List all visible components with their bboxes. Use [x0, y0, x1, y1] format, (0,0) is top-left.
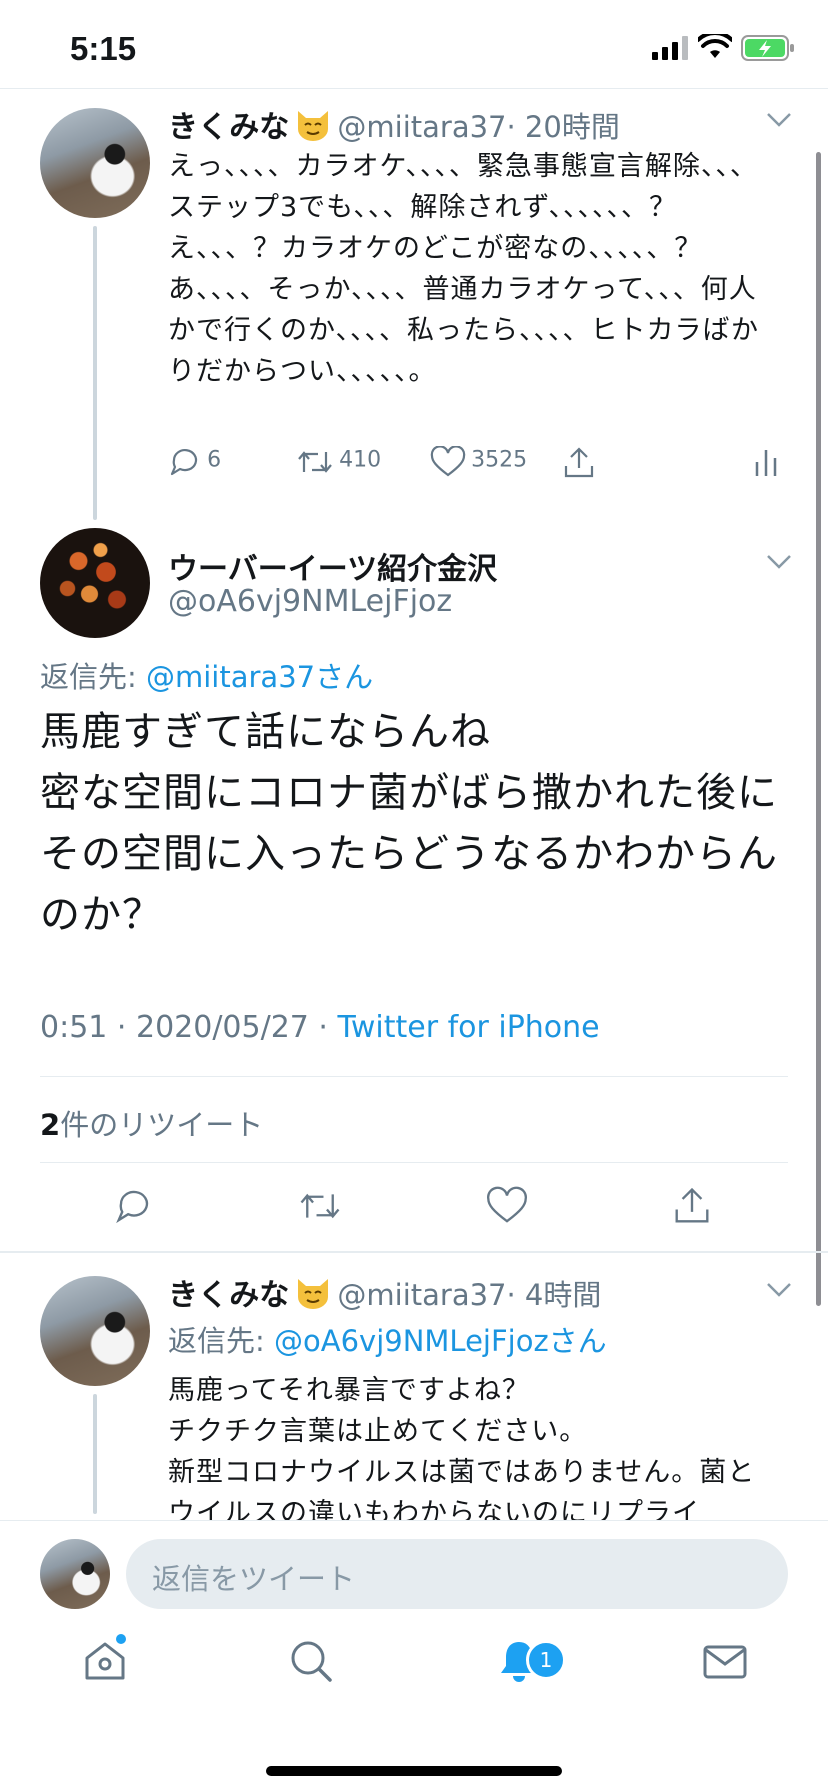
- reply-context-label: 返信先:: [168, 1324, 274, 1358]
- retweet-icon: [300, 1193, 340, 1219]
- chevron-down-icon[interactable]: [766, 554, 792, 574]
- signal-icon: [652, 36, 688, 64]
- cat-emoji-icon: [294, 107, 332, 145]
- thread-line: [93, 1394, 97, 1514]
- home-icon: [85, 1642, 125, 1680]
- reply-input-placeholder: 返信をツイート: [152, 1562, 356, 1596]
- reply-icon: [170, 449, 198, 476]
- reply-count: 6: [207, 447, 222, 473]
- notification-badge: 1: [526, 1640, 566, 1680]
- notification-badge-count: 1: [539, 1648, 553, 1672]
- home-indicator: [266, 1766, 562, 1776]
- thread-line: [93, 226, 97, 520]
- source-link[interactable]: Twitter for iPhone: [338, 1010, 600, 1045]
- tab-home[interactable]: [82, 1638, 128, 1688]
- share-icon: [564, 447, 594, 478]
- tweet-time: · 4時間: [506, 1278, 602, 1312]
- reply-button[interactable]: 6: [168, 446, 221, 478]
- reply-button[interactable]: [114, 1186, 154, 1230]
- handle[interactable]: @miitara37: [337, 110, 506, 144]
- divider: [40, 1076, 788, 1077]
- reply-composer: 返信をツイート: [0, 1520, 828, 1613]
- tweet-text: 馬鹿ってそれ暴言ですよね？ チクチク言葉は止めてください。 新型コロナウイルスは…: [168, 1375, 756, 1529]
- cat-emoji-icon: [294, 1275, 332, 1313]
- focused-tweet-actions: [0, 1186, 828, 1230]
- share-button[interactable]: [562, 446, 596, 484]
- analytics-button[interactable]: [754, 448, 778, 482]
- tweet-timestamp: 0:51 · 2020/05/27 · Twitter for iPhone: [40, 1010, 600, 1045]
- like-button[interactable]: 3525: [430, 445, 528, 478]
- reply-input[interactable]: 返信をツイート: [126, 1539, 788, 1609]
- reply-context: 返信先: @miitara37さん: [40, 654, 373, 696]
- tweet-header: きくみな @miitara37· 4時間: [168, 1270, 768, 1313]
- reply-to-link[interactable]: @oA6vj9NMLejFjozさん: [274, 1324, 607, 1358]
- reply-context-label: 返信先:: [40, 660, 146, 694]
- avatar[interactable]: [40, 108, 150, 218]
- tweet-time: · 20時間: [506, 110, 620, 144]
- like-button[interactable]: [486, 1186, 528, 1230]
- display-name[interactable]: きくみな: [168, 110, 289, 145]
- handle[interactable]: @oA6vj9NMLejFjoz: [168, 584, 452, 619]
- wifi-icon: [696, 30, 734, 64]
- tab-messages[interactable]: [702, 1642, 748, 1686]
- avatar[interactable]: [40, 1276, 150, 1386]
- avatar: [40, 1539, 110, 1609]
- retweet-icon: [298, 451, 332, 473]
- reply-to-link[interactable]: @miitara37さん: [146, 660, 373, 694]
- share-icon: [675, 1187, 709, 1223]
- home-dot: [116, 1634, 126, 1644]
- reply-icon: [116, 1190, 149, 1224]
- display-name[interactable]: ウーバーイーツ紹介金沢: [168, 544, 497, 588]
- tab-search[interactable]: [288, 1638, 334, 1688]
- tweet-text: 馬鹿すぎて話にならんね 密な空間にコロナ菌がばら撒かれた後にその空間に入ったらど…: [40, 709, 778, 938]
- tab-bar: 1: [0, 1612, 828, 1792]
- tweet-text: えっ、、、、カラオケ、、、、緊急事態宣言解除、、、ステップ3でも、、、解除されず…: [168, 151, 759, 387]
- like-count: 3525: [471, 447, 528, 473]
- handle[interactable]: @miitara37: [337, 1278, 506, 1312]
- display-name[interactable]: きくみな: [168, 1278, 289, 1313]
- mail-icon: [703, 1645, 747, 1679]
- heart-icon: [487, 1186, 527, 1223]
- reply-context: 返信先: @oA6vj9NMLejFjozさん: [168, 1318, 607, 1360]
- analytics-icon: [755, 450, 777, 476]
- chevron-down-icon[interactable]: [766, 112, 792, 132]
- tweet-header: きくみな @miitara37· 20時間: [168, 102, 768, 145]
- divider: [40, 1162, 788, 1163]
- share-button[interactable]: [672, 1186, 712, 1230]
- status-bar: 5:15: [0, 0, 828, 88]
- retweet-button[interactable]: 410: [296, 446, 381, 478]
- retweet-stat-count: 2: [40, 1108, 61, 1142]
- battery-icon: [741, 35, 795, 65]
- retweet-button[interactable]: [298, 1186, 342, 1230]
- retweet-stat-label: 件のリツイート: [60, 1108, 264, 1142]
- avatar[interactable]: [40, 528, 150, 638]
- retweet-count: 410: [339, 447, 382, 473]
- timestamp-text: 0:51 · 2020/05/27 ·: [40, 1010, 338, 1045]
- scrollbar[interactable]: [816, 152, 821, 1306]
- retweet-stats[interactable]: 2件のリツイート: [40, 1102, 263, 1144]
- tweet-actions: 6 410 3525: [168, 445, 788, 486]
- chevron-down-icon[interactable]: [766, 1282, 792, 1302]
- status-time: 5:15: [70, 30, 137, 67]
- heart-icon: [430, 445, 466, 477]
- search-icon: [291, 1641, 332, 1682]
